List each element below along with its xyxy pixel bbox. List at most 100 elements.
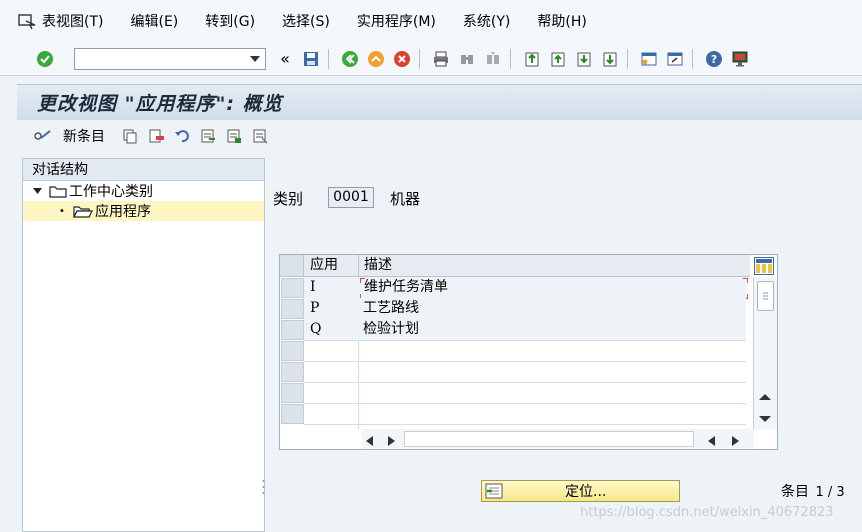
menu-system[interactable]: 系统(Y)	[463, 11, 510, 31]
table-header: 应用 描述	[280, 255, 750, 277]
select-all-icon[interactable]	[197, 125, 219, 147]
menu-utilities[interactable]: 实用程序(M)	[357, 11, 436, 31]
entry-counter: 条目 1 / 3	[781, 481, 845, 501]
back-icon[interactable]	[339, 48, 361, 70]
category-description: 机器	[390, 190, 421, 208]
row-selector[interactable]	[281, 320, 304, 340]
layout-menu-icon[interactable]	[729, 48, 751, 70]
page-title: 更改视图 "应用程序": 概览	[37, 93, 283, 115]
menu-edit[interactable]: 编辑(E)	[130, 11, 178, 31]
tree-node-work-center-category[interactable]: 工作中心类别	[23, 181, 264, 201]
cell-application: Q	[310, 321, 322, 337]
cell-description[interactable]: 工艺路线	[359, 298, 419, 319]
column-header-description[interactable]: 描述	[360, 255, 392, 276]
position-button[interactable]: 定位...	[481, 480, 680, 502]
collapse-toolbar-button[interactable]: «	[274, 48, 296, 70]
grid-line	[304, 424, 746, 425]
cell-description-focused[interactable]: 维护任务清单	[359, 277, 748, 299]
new-entries-button[interactable]: 新条目	[63, 126, 105, 146]
menu-selection[interactable]: 选择(S)	[282, 11, 330, 31]
create-session-icon[interactable]	[638, 48, 660, 70]
grid-line	[304, 340, 746, 341]
tree-node-label: 工作中心类别	[69, 184, 153, 200]
scroll-down-icon[interactable]	[759, 411, 771, 427]
tree-node-applications[interactable]: • 应用程序	[23, 201, 264, 221]
row-selector[interactable]	[281, 383, 304, 403]
horizontal-scrollbar-track[interactable]	[404, 431, 694, 447]
cell-application: P	[310, 300, 320, 316]
menu-bar: 表视图(T) 编辑(E) 转到(G) 选择(S) 实用程序(M) 系统(Y) 帮…	[0, 0, 862, 42]
panel-splitter-handle[interactable]	[262, 478, 265, 496]
first-page-icon[interactable]	[521, 48, 543, 70]
menu-goto[interactable]: 转到(G)	[205, 11, 255, 31]
folder-open-icon	[73, 204, 93, 218]
menu-table-view[interactable]: 表视图(T)	[42, 11, 103, 31]
print-icon[interactable]	[430, 48, 452, 70]
scroll-left-icon[interactable]	[366, 434, 373, 450]
row-selector[interactable]	[281, 341, 304, 361]
toolbar-separator	[692, 48, 693, 69]
table-settings-icon[interactable]	[754, 257, 774, 275]
help-icon[interactable]: ?	[703, 48, 725, 70]
chevron-down-icon[interactable]	[245, 49, 265, 69]
delete-icon[interactable]	[145, 125, 167, 147]
column-divider	[358, 255, 359, 277]
row-selector[interactable]	[281, 404, 304, 424]
table-row[interactable]: I 维护任务清单	[304, 277, 748, 299]
horizontal-scrollbar[interactable]	[362, 429, 754, 449]
enter-check-icon[interactable]	[34, 48, 56, 70]
find-icon[interactable]	[456, 48, 478, 70]
row-selector[interactable]	[281, 278, 304, 298]
undo-icon[interactable]	[171, 125, 193, 147]
entry-counter-label: 条目	[781, 484, 809, 500]
save-icon[interactable]	[300, 48, 322, 70]
toolbar-separator	[328, 48, 329, 69]
find-next-icon[interactable]	[482, 48, 504, 70]
cell-application: I	[310, 279, 316, 295]
table-row[interactable]: P 工艺路线	[304, 298, 746, 319]
dialog-structure-panel: 对话结构 工作中心类别 • 应用程序	[22, 158, 265, 532]
row-selector[interactable]	[281, 362, 304, 382]
applications-table: 应用 描述 I 维护任务清单 P 工艺路线 Q 检验计划	[279, 254, 778, 450]
scroll-left-icon[interactable]	[708, 434, 715, 450]
toolbar-separator	[510, 48, 511, 69]
category-value-field: 0001	[328, 187, 374, 208]
next-page-icon[interactable]	[573, 48, 595, 70]
menu-help[interactable]: 帮助(H)	[537, 11, 586, 31]
table-row[interactable]: Q 检验计划	[304, 319, 746, 340]
watermark: https://blog.csdn.net/weixin_40672823	[580, 505, 834, 520]
command-input[interactable]	[75, 48, 245, 69]
cell-description[interactable]: 检验计划	[359, 319, 419, 340]
last-page-icon[interactable]	[599, 48, 621, 70]
grid-line	[304, 361, 746, 362]
svg-text:?: ?	[711, 53, 717, 66]
dialog-structure-header: 对话结构	[23, 159, 264, 181]
folder-closed-icon	[49, 184, 67, 198]
command-field[interactable]	[74, 47, 266, 70]
scroll-right-icon[interactable]	[388, 434, 395, 450]
previous-page-icon[interactable]	[547, 48, 569, 70]
system-menu-icon[interactable]	[12, 0, 42, 42]
display-change-icon[interactable]	[31, 125, 53, 147]
scroll-up-icon[interactable]	[759, 389, 771, 405]
scrollbar-thumb[interactable]	[757, 281, 774, 311]
select-all-rows-cell[interactable]	[280, 255, 304, 276]
cancel-icon[interactable]	[391, 48, 413, 70]
scroll-right-icon[interactable]	[732, 434, 739, 450]
vertical-scrollbar[interactable]	[753, 277, 777, 429]
column-header-application[interactable]: 应用	[306, 255, 338, 276]
standard-toolbar: « ?	[0, 42, 862, 76]
screen-title-bar: 更改视图 "应用程序": 概览	[17, 84, 862, 120]
expand-triangle-icon[interactable]	[33, 188, 45, 194]
position-button-label: 定位...	[565, 484, 607, 500]
grid-line	[304, 382, 746, 383]
deselect-all-icon[interactable]	[249, 125, 271, 147]
entry-counter-value: 1 / 3	[815, 485, 845, 500]
toolbar-separator	[419, 48, 420, 69]
exit-icon[interactable]	[365, 48, 387, 70]
toolbar-separator	[627, 48, 628, 69]
generate-shortcut-icon[interactable]	[664, 48, 686, 70]
row-selector[interactable]	[281, 299, 304, 319]
copy-icon[interactable]	[119, 125, 141, 147]
select-block-icon[interactable]	[223, 125, 245, 147]
